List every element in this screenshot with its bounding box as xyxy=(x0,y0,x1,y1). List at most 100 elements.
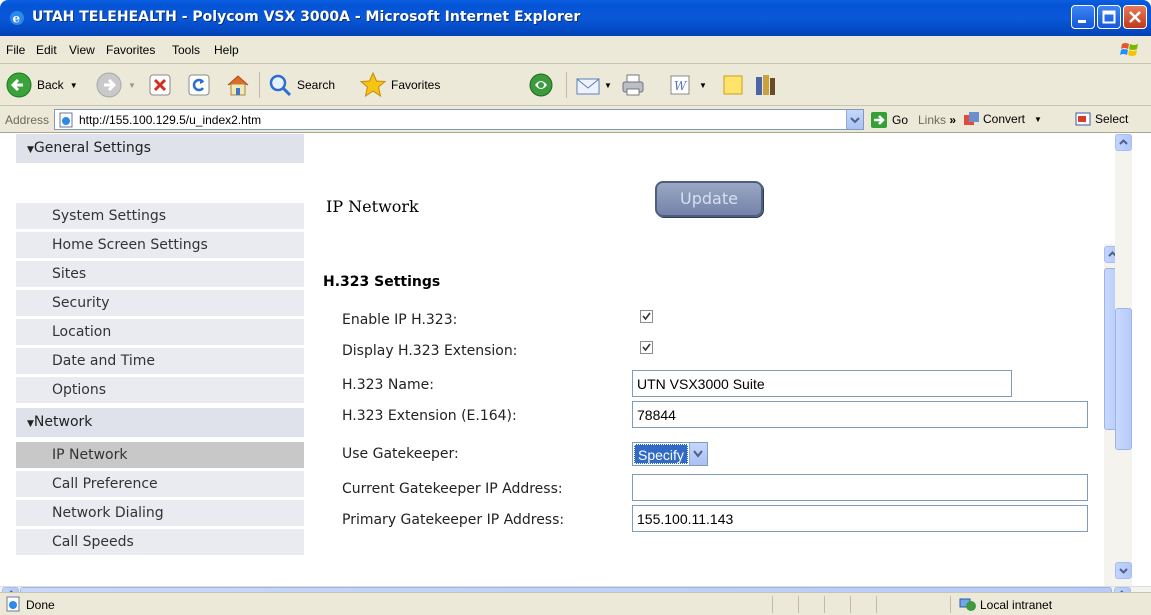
current-gk-label: Current Gatekeeper IP Address: xyxy=(342,481,563,497)
sidebar-item-call-speeds[interactable]: Call Speeds xyxy=(16,527,304,555)
home-icon xyxy=(227,75,249,96)
address-url: http://155.100.129.5/u_index2.htm xyxy=(79,113,262,127)
refresh-button[interactable] xyxy=(187,70,211,100)
sidebar-item-location[interactable]: Location xyxy=(16,317,304,345)
page-vertical-scrollbar[interactable] xyxy=(1115,134,1132,586)
close-button[interactable] xyxy=(1123,5,1147,29)
minimize-button[interactable] xyxy=(1071,5,1095,29)
sidebar-header-general[interactable]: ▼General Settings xyxy=(16,134,304,163)
sidebar-item-options[interactable]: Options xyxy=(16,375,304,403)
back-dropdown-icon[interactable]: ▼ xyxy=(70,81,78,90)
search-label: Search xyxy=(297,78,336,92)
address-input[interactable]: http://155.100.129.5/u_index2.htm xyxy=(54,109,864,130)
status-text: Done xyxy=(26,598,55,612)
research-button[interactable] xyxy=(752,70,778,100)
sidebar-header-general-label: General Settings xyxy=(33,140,151,156)
display-h323-ext-label: Display H.323 Extension: xyxy=(342,343,518,359)
h323-ext-field[interactable]: 78844 xyxy=(632,401,1088,428)
enable-ip-h323-label: Enable IP H.323: xyxy=(342,312,458,328)
gatekeeper-selected-value: Specify xyxy=(634,444,688,464)
convert-label: Convert xyxy=(983,112,1026,126)
select-button[interactable]: Select xyxy=(1074,111,1128,127)
forward-arrow-icon xyxy=(96,72,122,98)
h323-name-field[interactable]: UTN VSX3000 Suite xyxy=(632,370,1012,397)
sidebar-item-security[interactable]: Security xyxy=(16,288,304,316)
expand-triangle-icon: ▼ xyxy=(27,145,34,155)
forward-button[interactable]: ▼ xyxy=(96,70,136,100)
update-button[interactable]: Update xyxy=(655,181,763,217)
page-scroll-thumb[interactable] xyxy=(1115,308,1132,450)
back-button[interactable]: Back ▼ xyxy=(6,70,78,100)
mail-button[interactable]: ▼ xyxy=(574,70,612,100)
chevron-down-icon[interactable] xyxy=(688,443,707,465)
scroll-up-button[interactable] xyxy=(1115,134,1132,151)
home-button[interactable] xyxy=(225,70,251,100)
discuss-button[interactable] xyxy=(720,70,746,100)
chevron-up-icon xyxy=(1119,139,1128,145)
current-gk-field[interactable] xyxy=(632,474,1088,501)
menu-tools[interactable]: Tools xyxy=(172,43,200,57)
section-title: H.323 Settings xyxy=(323,274,441,290)
enable-ip-h323-checkbox[interactable] xyxy=(640,310,653,323)
status-bar: Done Local intranet xyxy=(0,592,1151,615)
go-arrow-icon xyxy=(871,112,887,128)
intranet-zone-icon xyxy=(959,598,976,611)
favorites-label: Favorites xyxy=(391,78,441,92)
sidebar-item-call-preference[interactable]: Call Preference xyxy=(16,469,304,497)
mail-dropdown-icon[interactable]: ▼ xyxy=(604,81,612,90)
maximize-icon xyxy=(1102,10,1116,24)
chevron-down-icon xyxy=(850,117,860,124)
menu-file[interactable]: File xyxy=(6,43,25,57)
address-bar: Address http://155.100.129.5/u_index2.ht… xyxy=(0,106,1151,133)
expand-triangle-icon: ▼ xyxy=(27,419,34,429)
print-button[interactable] xyxy=(620,70,646,100)
search-button[interactable]: Search xyxy=(267,70,335,100)
refresh-icon xyxy=(188,74,210,96)
go-button[interactable]: Go xyxy=(870,110,908,130)
links-label[interactable]: Links » xyxy=(918,113,956,127)
edit-word-button[interactable]: W ▼ xyxy=(667,70,707,100)
sidebar-item-ip-network[interactable]: IP Network xyxy=(16,440,304,468)
use-gatekeeper-select[interactable]: Specify xyxy=(632,442,708,466)
scroll-down-button[interactable] xyxy=(1115,562,1132,579)
menu-favorites[interactable]: Favorites xyxy=(106,43,155,57)
convert-button[interactable]: Convert ▼ xyxy=(962,111,1042,127)
stop-button[interactable] xyxy=(148,70,172,100)
edit-dropdown-icon[interactable]: ▼ xyxy=(699,81,707,90)
media-button[interactable] xyxy=(528,70,554,100)
forward-dropdown-icon[interactable]: ▼ xyxy=(128,81,136,90)
sidebar-header-network-label: Network xyxy=(33,414,93,430)
sidebar-header-network[interactable]: ▼Network xyxy=(16,408,304,437)
sidebar-item-network-dialing[interactable]: Network Dialing xyxy=(16,498,304,526)
display-h323-ext-checkbox[interactable] xyxy=(640,341,653,354)
go-label: Go xyxy=(892,113,909,127)
favorites-button[interactable]: Favorites xyxy=(359,70,440,100)
security-zone-text: Local intranet xyxy=(980,598,1053,612)
research-books-icon xyxy=(756,75,775,95)
address-label: Address xyxy=(5,113,50,127)
sidebar-item-home-screen-settings[interactable]: Home Screen Settings xyxy=(16,230,304,258)
maximize-button[interactable] xyxy=(1097,5,1121,29)
h323-ext-label: H.323 Extension (E.164): xyxy=(342,408,517,424)
sidebar-item-system-settings[interactable]: System Settings xyxy=(16,201,304,229)
toolbar: Back ▼ ▼ Search Favorites ▼ W ▼ xyxy=(0,64,1151,106)
menu-help[interactable]: Help xyxy=(214,43,239,57)
h323-name-label: H.323 Name: xyxy=(342,377,434,393)
address-dropdown-button[interactable] xyxy=(846,110,863,129)
minimize-icon xyxy=(1078,20,1086,23)
select-icon xyxy=(1075,112,1091,126)
word-document-icon: W xyxy=(670,75,690,95)
back-arrow-icon xyxy=(6,72,32,98)
convert-dropdown-icon[interactable]: ▼ xyxy=(1034,115,1042,124)
note-icon xyxy=(723,75,743,95)
page-icon xyxy=(59,112,73,128)
search-icon xyxy=(269,74,292,97)
sidebar-item-date-and-time[interactable]: Date and Time xyxy=(16,346,304,374)
convert-icon xyxy=(964,112,979,125)
sidebar-item-sites[interactable]: Sites xyxy=(16,259,304,287)
checkmark-icon xyxy=(642,312,651,321)
menu-view[interactable]: View xyxy=(69,43,95,57)
primary-gk-field[interactable]: 155.100.11.143 xyxy=(632,505,1088,532)
menu-edit[interactable]: Edit xyxy=(36,43,57,57)
title-bar: e UTAH TELEHEALTH - Polycom VSX 3000A - … xyxy=(0,0,1151,36)
